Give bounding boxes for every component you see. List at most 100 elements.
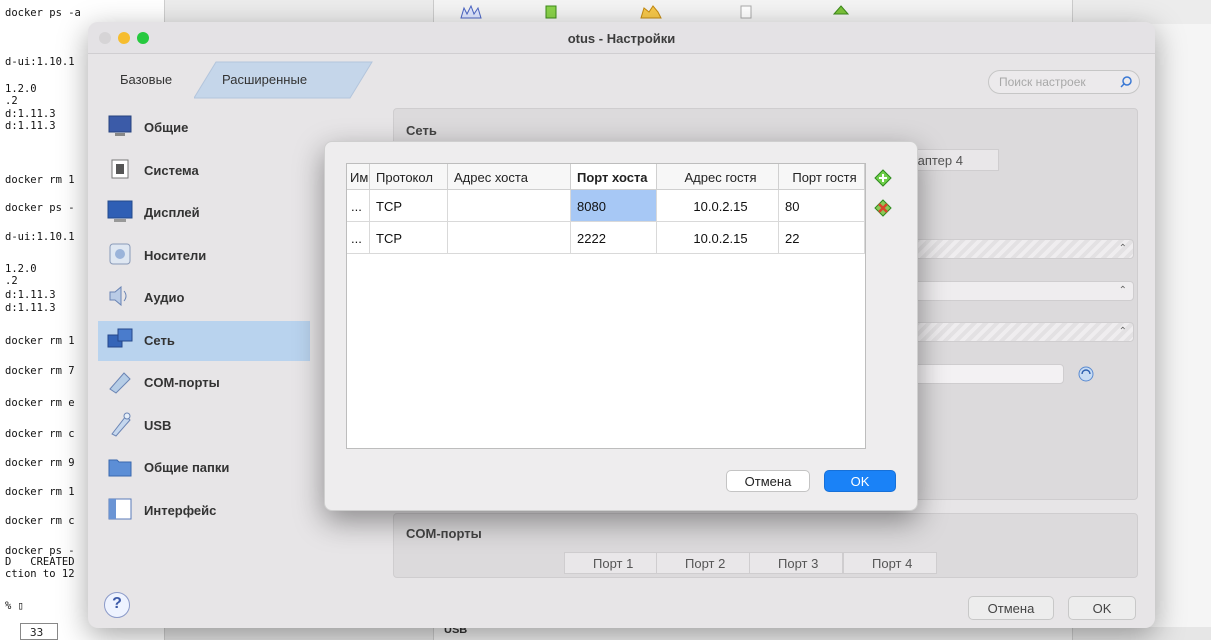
network-header: Сеть — [406, 123, 437, 138]
folder-icon — [106, 452, 134, 480]
dialog-cancel-button[interactable]: Отмена — [726, 470, 810, 492]
adapter-type-combo[interactable]: ⌃ — [914, 322, 1134, 342]
terminal-line: docker rm c — [5, 515, 75, 527]
add-rule-icon[interactable] — [874, 169, 892, 187]
chevron-updown-icon: ⌃ — [1118, 326, 1127, 337]
table-cell-host-ip[interactable] — [448, 190, 571, 222]
window-title: otus - Настройки — [567, 31, 676, 46]
com-port-tab[interactable]: Порт 2 — [656, 552, 750, 574]
sidebar-item-label: USB — [144, 417, 172, 433]
mac-address-field[interactable] — [914, 364, 1064, 384]
settings-burst-icon — [460, 4, 482, 19]
sidebar-item-label: Дисплей — [144, 205, 200, 220]
terminal-line: docker rm 7 — [5, 365, 75, 377]
mode-switcher: Базовые Расширенные — [100, 60, 373, 100]
terminal-line: docker rm 1 — [5, 486, 75, 498]
green-box-icon — [545, 5, 557, 19]
basic-mode-tab[interactable]: Базовые — [120, 60, 200, 96]
column-header[interactable]: Адрес гостя — [657, 164, 779, 190]
serial-port-icon — [106, 367, 134, 395]
attached-to-combo[interactable]: ⌃ — [914, 239, 1134, 259]
table-row[interactable]: ... TCP 8080 10.0.2.15 80 — [347, 190, 867, 222]
terminal-line: docker rm c — [5, 428, 75, 440]
terminal-line: ction to 12 — [5, 568, 75, 580]
column-header[interactable]: Протокол — [370, 164, 448, 190]
window-footer: ? Отмена OK — [88, 592, 1155, 628]
column-header[interactable]: Порт хоста — [571, 164, 657, 190]
speaker-icon — [106, 282, 134, 310]
table-cell-guest-ip[interactable]: 10.0.2.15 — [657, 222, 779, 254]
sidebar-item-label: Общие папки — [144, 460, 230, 475]
column-header[interactable]: Им — [347, 164, 370, 190]
terminal-line: docker rm 1 — [5, 174, 75, 186]
display-icon — [106, 197, 134, 225]
table-cell-host-port[interactable]: 8080 — [571, 190, 657, 222]
terminal-line: d-ui:1.10.1 — [5, 231, 75, 243]
terminal-line: 1.2.0 — [5, 263, 37, 275]
sidebar-item-label: Интерфейс — [144, 502, 217, 518]
remove-rule-icon[interactable] — [874, 199, 892, 217]
settings-search-input[interactable]: Поиск настроек — [988, 70, 1140, 94]
disk-icon — [106, 240, 134, 268]
column-header[interactable]: Адрес хоста — [448, 164, 571, 190]
terminal-line: 1.2.0 — [5, 83, 37, 95]
terminal-line: .2 — [5, 95, 18, 107]
search-icon — [1120, 76, 1132, 88]
sidebar-item-label: COM-порты — [144, 375, 220, 390]
table-cell-protocol[interactable]: TCP — [370, 190, 448, 222]
table-row[interactable]: ... TCP 2222 10.0.2.15 22 — [347, 222, 867, 254]
terminal-line-counter: 33 — [20, 623, 58, 640]
sidebar-item-label: Общие — [144, 120, 189, 135]
terminal-line: docker rm 9 — [5, 457, 75, 469]
titlebar: otus - Настройки — [88, 22, 1155, 54]
terminal-line: .2 — [5, 275, 18, 287]
port-forwarding-table: Им Протокол Адрес хоста Порт хоста Адрес гос… — [346, 163, 866, 449]
gear-icon — [640, 5, 662, 19]
terminal-line: docker rm 1 — [5, 335, 75, 347]
com-port-tab[interactable]: Порт 1 — [564, 552, 658, 574]
green-arrow-icon — [832, 5, 850, 15]
terminal-line: docker rm e — [5, 397, 75, 409]
com-ports-group: COM-порты Порт 1 Порт 2 Порт 3 Порт 4 — [393, 513, 1138, 578]
sidebar-item-network[interactable]: Сеть — [98, 320, 310, 361]
port-forwarding-dialog: Им Протокол Адрес хоста Порт хоста Адрес гос… — [324, 141, 918, 511]
column-header[interactable]: Порт гостя — [779, 164, 865, 190]
sidebar-item-label: Аудио — [144, 290, 185, 305]
table-cell-host-port[interactable]: 2222 — [571, 222, 657, 254]
table-cell-protocol[interactable]: TCP — [370, 222, 448, 254]
chip-icon — [106, 155, 134, 183]
dialog-ok-button[interactable]: OK — [824, 470, 896, 492]
ok-button[interactable]: OK — [1068, 596, 1136, 620]
interface-icon — [106, 495, 134, 523]
sidebar-item-label: Сеть — [144, 332, 175, 348]
usb-icon — [106, 410, 134, 438]
terminal-line: d-ui:1.10.1 — [5, 56, 75, 68]
chevron-updown-icon: ⌃ — [1118, 243, 1127, 254]
terminal-line: % ▯ — [5, 600, 24, 612]
terminal-line: D CREATED — [5, 556, 75, 568]
table-cell-name[interactable]: ... — [347, 222, 370, 254]
terminal-line: docker ps - — [5, 202, 75, 214]
search-placeholder: Поиск настроек — [999, 75, 1086, 89]
help-button[interactable]: ? — [104, 592, 130, 618]
com-ports-header: COM-порты — [406, 526, 482, 541]
monitor-icon — [106, 112, 134, 140]
refresh-mac-icon[interactable] — [1077, 365, 1095, 383]
expert-mode-tab[interactable]: Расширенные — [222, 60, 332, 96]
adapter-name-combo[interactable]: ⌃ — [914, 281, 1134, 301]
sidebar-item-label: Система — [144, 162, 199, 178]
blank-doc-icon — [740, 5, 752, 19]
terminal-line: docker ps -a — [5, 7, 81, 19]
table-cell-name[interactable]: ... — [347, 190, 370, 222]
terminal-line: d:1.11.3 — [5, 108, 56, 120]
table-cell-guest-port[interactable]: 22 — [779, 222, 865, 254]
com-port-tab[interactable]: Порт 4 — [843, 552, 937, 574]
terminal-line: d:1.11.3 — [5, 289, 56, 301]
cancel-button[interactable]: Отмена — [968, 596, 1054, 620]
table-cell-host-ip[interactable] — [448, 222, 571, 254]
table-cell-guest-ip[interactable]: 10.0.2.15 — [657, 190, 779, 222]
table-cell-guest-port[interactable]: 80 — [779, 190, 865, 222]
terminal-line: d:1.11.3 — [5, 120, 56, 132]
sidebar-item-label: Носители — [144, 247, 207, 263]
com-port-tab[interactable]: Порт 3 — [749, 552, 843, 574]
